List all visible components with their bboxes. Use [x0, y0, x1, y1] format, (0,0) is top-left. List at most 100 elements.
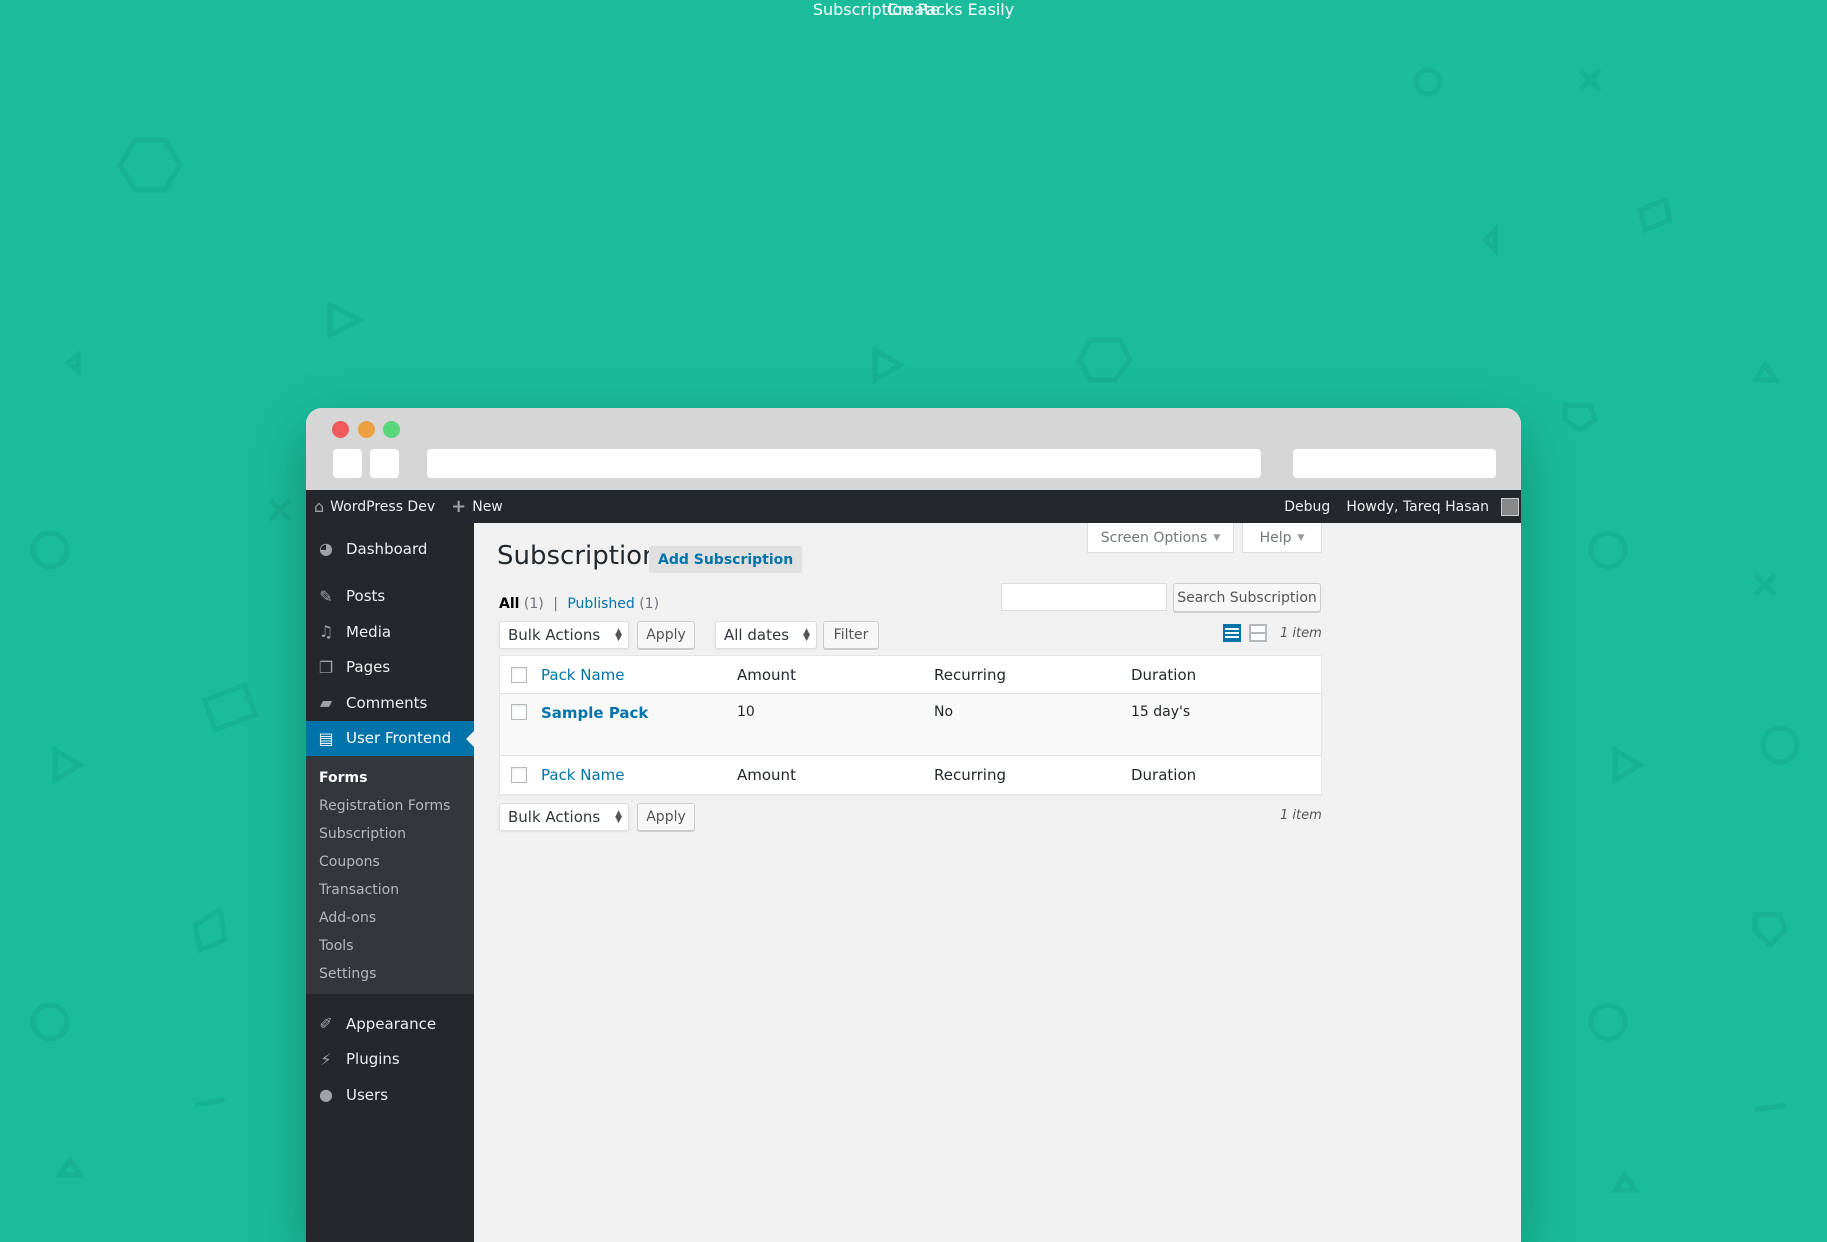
- pin-icon: ✎: [319, 586, 333, 606]
- hero-title: Subscription Packs Easily: [812, 0, 1015, 19]
- page-title: Subscription: [497, 541, 659, 571]
- sidebar-item-comments[interactable]: ▰ Comments: [306, 685, 474, 721]
- search-input[interactable]: [1001, 583, 1167, 611]
- row-checkbox[interactable]: [511, 704, 527, 720]
- list-view-icon[interactable]: [1223, 624, 1241, 642]
- amount-cell: 10: [737, 704, 755, 720]
- select-all-checkbox-footer[interactable]: [511, 767, 527, 783]
- table-header: Pack Name Amount Recurring Duration: [500, 656, 1321, 694]
- sidebar-item-label: User Frontend: [346, 729, 452, 748]
- status-filters: All (1) | Published (1): [499, 596, 659, 612]
- comment-icon: ▰: [319, 693, 333, 713]
- site-name-link[interactable]: ⌂ WordPress Dev: [306, 490, 443, 523]
- bulk-actions-select-bottom[interactable]: Bulk Actions ▲ ▼: [499, 803, 629, 831]
- apply-button-bottom[interactable]: Apply: [637, 803, 695, 831]
- debug-label: Debug: [1284, 498, 1331, 515]
- filter-button[interactable]: Filter: [823, 621, 879, 649]
- item-count-top: 1 item: [1280, 626, 1322, 641]
- admin-sidebar: ◕ Dashboard ✎ Posts ♫ Media ❐ Pages ▰ Co…: [306, 523, 474, 1242]
- filter-all[interactable]: All (1): [499, 596, 544, 612]
- bulk-actions-label: Bulk Actions: [508, 626, 601, 644]
- filter-published[interactable]: Published (1): [567, 596, 659, 612]
- select-arrows-icon: ▲ ▼: [615, 809, 622, 825]
- column-header-recurring: Recurring: [934, 665, 1006, 684]
- close-window-dot[interactable]: [332, 421, 349, 438]
- submenu-item-settings[interactable]: Settings: [306, 960, 474, 988]
- dates-select[interactable]: All dates ▲ ▼: [715, 621, 817, 649]
- table-footer: Pack Name Amount Recurring Duration: [500, 756, 1321, 794]
- submenu-item-forms[interactable]: Forms: [306, 764, 474, 792]
- sidebar-item-media[interactable]: ♫ Media: [306, 614, 474, 650]
- sidebar-item-users[interactable]: ● Users: [306, 1077, 474, 1113]
- site-name: WordPress Dev: [330, 498, 436, 515]
- column-header-pack-name[interactable]: Pack Name: [541, 666, 737, 684]
- address-bar[interactable]: [427, 449, 1261, 478]
- sidebar-item-label: Plugins: [346, 1050, 400, 1069]
- sidebar-item-pages[interactable]: ❐ Pages: [306, 650, 474, 686]
- screen-options-button[interactable]: Screen Options ▼: [1087, 523, 1234, 553]
- user-icon: ●: [319, 1085, 333, 1105]
- column-header-amount: Amount: [737, 665, 796, 684]
- sidebar-item-posts[interactable]: ✎ Posts: [306, 579, 474, 615]
- user-frontend-submenu: Forms Registration Forms Subscription Co…: [306, 756, 474, 994]
- recurring-cell: No: [934, 704, 954, 720]
- back-button[interactable]: [333, 449, 362, 478]
- submenu-item-registration-forms[interactable]: Registration Forms: [306, 792, 474, 820]
- maximize-window-dot[interactable]: [383, 421, 400, 438]
- add-subscription-button[interactable]: Add Subscription: [649, 546, 803, 573]
- browser-search-bar[interactable]: [1293, 449, 1496, 478]
- help-label: Help: [1259, 529, 1292, 546]
- submenu-item-tools[interactable]: Tools: [306, 932, 474, 960]
- sidebar-item-label: Dashboard: [346, 539, 428, 558]
- sidebar-item-label: Appearance: [346, 1014, 437, 1033]
- layout-icon: ▤: [318, 728, 334, 748]
- table-row: Sample Pack 10 No 15 day's: [500, 694, 1321, 756]
- column-footer-duration: Duration: [1131, 766, 1197, 784]
- submenu-item-coupons[interactable]: Coupons: [306, 848, 474, 876]
- pages-icon: ❐: [318, 657, 334, 677]
- filter-separator: |: [553, 596, 558, 612]
- sidebar-item-dashboard[interactable]: ◕ Dashboard: [306, 531, 474, 567]
- sidebar-item-appearance[interactable]: ✐ Appearance: [306, 1006, 474, 1042]
- search-subscription-button[interactable]: Search Subscription: [1173, 583, 1321, 612]
- browser-chrome: [306, 408, 1521, 490]
- plug-icon: ⚡: [320, 1049, 332, 1069]
- filter-all-label: All: [499, 596, 520, 612]
- filter-published-label: Published: [567, 596, 635, 612]
- avatar: [1501, 497, 1519, 516]
- plus-icon: +: [451, 496, 467, 517]
- excerpt-view-icon[interactable]: [1249, 624, 1267, 642]
- debug-link[interactable]: Debug: [1276, 490, 1338, 523]
- select-all-checkbox[interactable]: [511, 666, 527, 683]
- screen-options-label: Screen Options: [1100, 529, 1208, 546]
- sidebar-item-user-frontend[interactable]: ▤ User Frontend: [306, 720, 474, 756]
- howdy-label: Howdy, Tareq Hasan: [1346, 498, 1489, 515]
- forward-button[interactable]: [370, 449, 399, 478]
- caret-down-icon: ▼: [1297, 532, 1305, 543]
- duration-cell: 15 day's: [1131, 704, 1191, 720]
- sidebar-item-label: Media: [346, 622, 392, 641]
- new-content-link[interactable]: + New: [443, 490, 511, 523]
- submenu-item-transaction[interactable]: Transaction: [306, 876, 474, 904]
- column-footer-pack-name[interactable]: Pack Name: [541, 766, 737, 784]
- dates-label: All dates: [724, 626, 790, 644]
- minimize-window-dot[interactable]: [358, 421, 375, 438]
- main-content: Screen Options ▼ Help ▼ Subscription Add S…: [474, 523, 1521, 1242]
- bulk-actions-select-top[interactable]: Bulk Actions ▲ ▼: [499, 621, 629, 649]
- sidebar-item-label: Comments: [346, 693, 428, 712]
- pack-name-link[interactable]: Sample Pack: [541, 704, 737, 722]
- account-menu[interactable]: Howdy, Tareq Hasan: [1338, 490, 1521, 523]
- sidebar-item-label: Users: [346, 1085, 389, 1104]
- caret-down-icon: ▼: [1213, 532, 1221, 543]
- apply-button-top[interactable]: Apply: [637, 621, 695, 649]
- admin-bar: ⌂ WordPress Dev + New Debug Howdy, Tareq…: [306, 490, 1521, 523]
- help-button[interactable]: Help ▼: [1242, 523, 1322, 553]
- browser-window: ⌂ WordPress Dev + New Debug Howdy, Tareq…: [306, 408, 1521, 1242]
- select-arrows-icon: ▲ ▼: [615, 627, 622, 643]
- item-count-bottom: 1 item: [1280, 808, 1322, 823]
- submenu-item-add-ons[interactable]: Add-ons: [306, 904, 474, 932]
- submenu-item-subscription[interactable]: Subscription: [306, 820, 474, 848]
- sidebar-item-label: Pages: [346, 658, 391, 677]
- sidebar-item-label: Posts: [346, 587, 386, 606]
- sidebar-item-plugins[interactable]: ⚡ Plugins: [306, 1042, 474, 1078]
